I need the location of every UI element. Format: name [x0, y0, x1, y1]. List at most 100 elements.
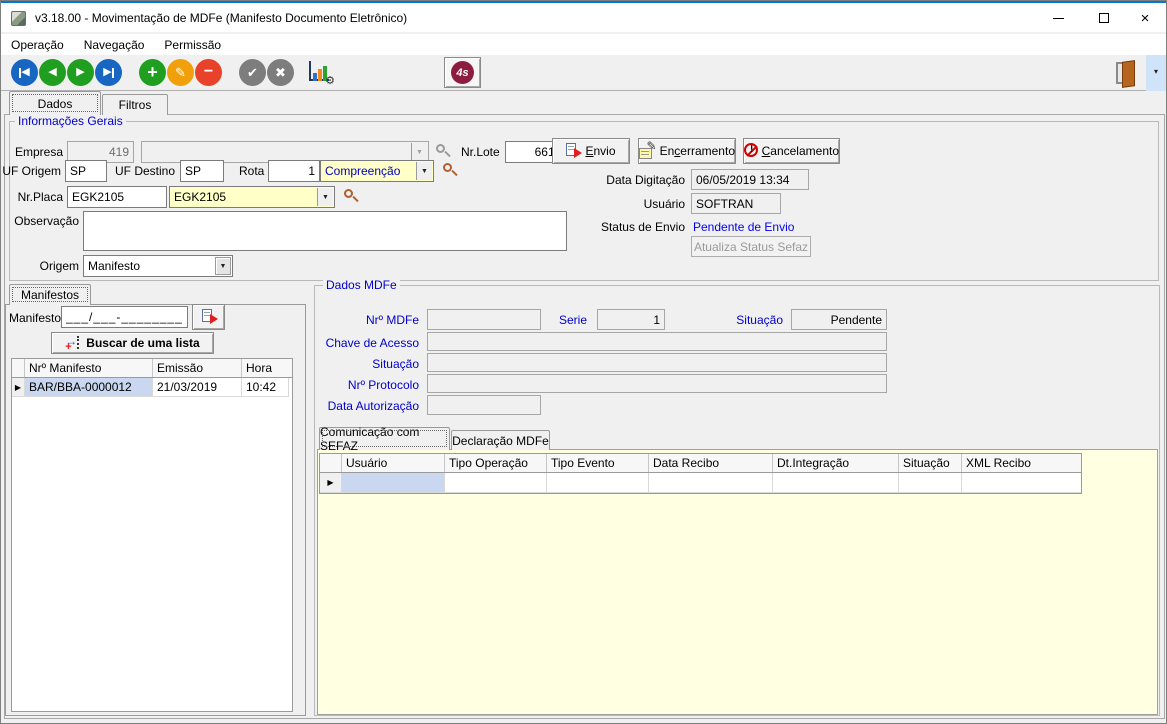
nr-placa-combo-arrow[interactable]: ▼ — [317, 188, 333, 206]
minus-icon: − — [204, 64, 213, 80]
origem-combo-arrow[interactable]: ▼ — [215, 257, 231, 275]
plus-icon: + — [147, 63, 158, 81]
manifesto-mask-input[interactable] — [61, 306, 188, 328]
encerramento-button[interactable]: ✎ Encerramento — [638, 138, 736, 164]
menu-permissao[interactable]: Permissão — [154, 36, 231, 54]
indicator-header — [12, 359, 25, 377]
tab-manifestos[interactable]: Manifestos — [9, 284, 91, 305]
menu-operacao[interactable]: Operação — [1, 36, 74, 54]
rota-label: Rota — [239, 164, 264, 178]
cell-emissao[interactable]: 21/03/2019 — [153, 378, 242, 397]
close-icon: × — [1141, 11, 1150, 26]
dropdown-icon: ▼ — [416, 149, 423, 156]
maximize-button[interactable] — [1081, 3, 1127, 33]
uf-destino-input[interactable] — [180, 160, 224, 182]
nr-placa-input[interactable] — [67, 186, 167, 208]
col-tipo-operacao: Tipo Operação — [445, 454, 547, 472]
col-xml-recibo: XML Recibo — [962, 454, 1081, 472]
minimize-icon — [1053, 18, 1064, 19]
first-icon: ◀ — [21, 67, 29, 78]
send-doc-icon — [202, 309, 216, 325]
notepad-pencil-icon: ✎ — [639, 143, 655, 159]
prohibition-icon: ! — [744, 143, 757, 159]
cancelamento-button[interactable]: ! Cancelamento — [743, 138, 840, 164]
cancel-button[interactable]: ✖ — [267, 59, 294, 86]
chave-acesso-label: Chave de Acesso — [301, 336, 419, 350]
observacao-textarea[interactable] — [83, 211, 567, 251]
door-icon — [1116, 62, 1130, 84]
uf-origem-input[interactable] — [65, 160, 107, 182]
origem-combo[interactable]: Manifesto ▼ — [83, 255, 233, 277]
status-envio-value: Pendente de Envio — [693, 220, 794, 234]
uf-destino-label: UF Destino — [115, 164, 175, 178]
cell-usuario[interactable] — [342, 473, 445, 493]
sefaz-empty-row[interactable]: ▶ — [320, 473, 1081, 493]
first-record-button[interactable]: ◀ — [11, 59, 38, 86]
col-emissao: Emissão — [153, 359, 242, 377]
pencil-icon: ✎ — [175, 66, 186, 79]
atualiza-status-sefaz-button[interactable]: Atualiza Status Sefaz — [691, 236, 811, 257]
next-icon: ▶ — [76, 67, 84, 78]
envio-button[interactable]: Envio — [552, 138, 630, 164]
sefaz-grid-header: Usuário Tipo Operação Tipo Evento Data R… — [320, 454, 1081, 473]
close-button[interactable]: × — [1122, 3, 1167, 33]
tab-dados[interactable]: Dados — [9, 91, 101, 115]
rota-combo-arrow[interactable]: ▼ — [416, 162, 432, 180]
menu-bar: Operação Navegação Permissão — [1, 34, 1166, 55]
origem-label: Origem — [7, 259, 79, 273]
col-situacao: Situação — [899, 454, 962, 472]
tab-declaracao-mdfe[interactable]: Declaração MDFe — [451, 430, 550, 450]
col-dt-integracao: Dt.Integração — [773, 454, 899, 472]
delete-record-button[interactable]: − — [195, 59, 222, 86]
manifesto-row[interactable]: ▶ BAR/BBA-0000012 21/03/2019 10:42 — [12, 378, 292, 397]
rota-search-icon[interactable] — [442, 162, 458, 178]
col-usuario: Usuário — [342, 454, 445, 472]
next-record-button[interactable]: ▶ — [67, 59, 94, 86]
rota-input[interactable] — [268, 160, 320, 182]
last-record-button[interactable]: ▶ — [95, 59, 122, 86]
placa-search-icon[interactable] — [343, 188, 359, 204]
title-bar: v3.18.00 - Movimentação de MDFe (Manifes… — [1, 1, 1166, 32]
softran-logo-button[interactable]: 4s — [444, 57, 481, 88]
serie-label: Serie — [501, 313, 587, 327]
rota-combo[interactable]: Compreenção ▼ — [320, 160, 434, 182]
manifesto-label: Manifesto — [9, 311, 61, 325]
nr-protocolo-field — [427, 374, 887, 393]
chave-acesso-field — [427, 332, 887, 351]
dropdown-icon: ▼ — [220, 263, 227, 270]
situacao-field: Pendente — [791, 309, 887, 330]
serie-field: 1 — [597, 309, 665, 330]
manifestos-grid-header: Nrº Manifesto Emissão Hora — [12, 359, 292, 378]
maximize-icon — [1099, 13, 1109, 23]
buscar-lista-button[interactable]: →+ Buscar de uma lista — [51, 332, 214, 354]
col-tipo-evento: Tipo Evento — [547, 454, 649, 472]
empresa-search-icon[interactable] — [435, 143, 451, 159]
cell-nr-manifesto[interactable]: BAR/BBA-0000012 — [25, 378, 153, 397]
report-chart-button[interactable]: ⚙ — [307, 61, 335, 85]
edit-record-button[interactable]: ✎ — [167, 59, 194, 86]
tab-filtros[interactable]: Filtros — [102, 94, 168, 115]
informacoes-gerais-caption: Informações Gerais — [15, 114, 126, 128]
carregar-manifesto-button[interactable] — [192, 304, 225, 330]
add-record-button[interactable]: + — [139, 59, 166, 86]
usuario-field: SOFTRAN — [691, 193, 781, 214]
empresa-combo-arrow[interactable]: ▼ — [411, 143, 427, 161]
toolbar-overflow-button[interactable]: ▾ — [1146, 55, 1166, 91]
empresa-label: Empresa — [7, 145, 63, 159]
row-indicator-icon: ▶ — [12, 378, 25, 397]
dropdown-icon: ▼ — [322, 194, 329, 201]
exit-button[interactable] — [1101, 56, 1145, 89]
confirm-button[interactable]: ✔ — [239, 59, 266, 86]
dropdown-icon: ▼ — [421, 168, 428, 175]
menu-navegacao[interactable]: Navegação — [74, 36, 155, 54]
tab-comunicacao-sefaz[interactable]: Comunicação com SEFAZ — [319, 427, 450, 450]
usuario-label: Usuário — [601, 197, 685, 211]
check-icon: ✔ — [247, 66, 258, 79]
nr-placa-combo[interactable]: EGK2105 ▼ — [169, 186, 335, 208]
observacao-label: Observação — [7, 214, 79, 228]
status-envio-label: Status de Envio — [591, 220, 685, 234]
data-autorizacao-field — [427, 395, 541, 415]
previous-record-button[interactable]: ◀ — [39, 59, 66, 86]
minimize-button[interactable] — [1035, 3, 1081, 33]
cell-hora[interactable]: 10:42 — [242, 378, 289, 397]
